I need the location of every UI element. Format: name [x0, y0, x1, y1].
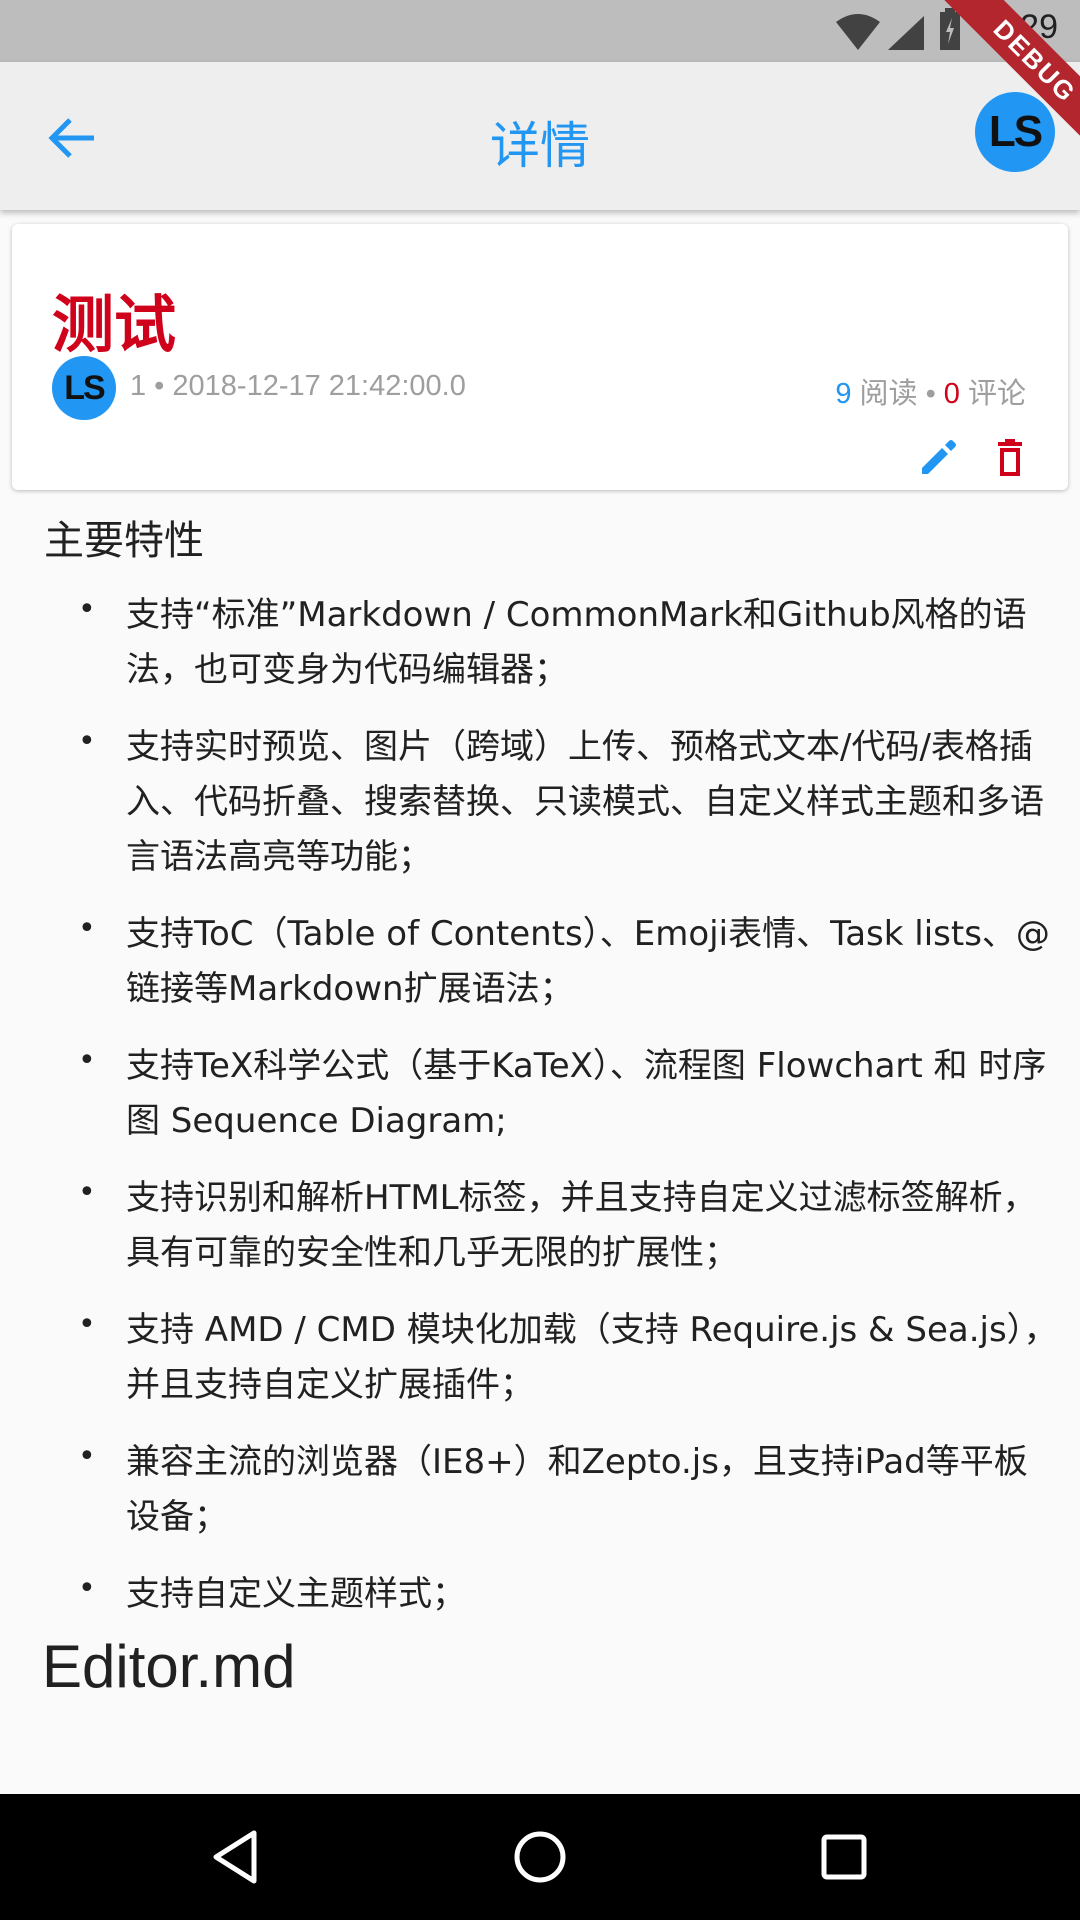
read-label: 阅读 •	[851, 378, 944, 410]
wifi-icon	[836, 14, 880, 50]
nav-recents-button[interactable]	[814, 1827, 874, 1887]
list-item-text: 支持 AMD / CMD 模块化加载（支持 Require.js & Sea.j…	[126, 1310, 1058, 1405]
list-item-text: 支持实时预览、图片（跨域）上传、预格式文本/代码/表格插入、代码折叠、搜索替换、…	[126, 727, 1044, 877]
triangle-back-icon	[213, 1830, 257, 1884]
nav-home-button[interactable]	[510, 1827, 570, 1887]
pencil-icon	[922, 440, 956, 474]
trash-icon	[998, 439, 1022, 476]
list-item-text: 支持ToC（Table of Contents）、Emoji表情、Task li…	[126, 914, 1050, 1009]
cell-signal-icon	[888, 16, 924, 50]
square-recents-icon	[821, 1834, 867, 1880]
app-bar: 详情	[0, 62, 1080, 210]
post-title: 测试	[52, 288, 177, 361]
feature-list: • 支持“标准”Markdown / CommonMark和Github风格的语法…	[0, 588, 1080, 1644]
avatar[interactable]: LS	[975, 92, 1055, 172]
post-meta: 1 • 2018-12-17 21:42:00.0	[130, 370, 466, 402]
bullet-icon: •	[78, 911, 96, 946]
author-avatar[interactable]: LS	[52, 356, 116, 420]
bullet-icon: •	[78, 1307, 96, 1342]
editor-heading: Editor.md	[42, 1633, 296, 1700]
list-item: • 支持“标准”Markdown / CommonMark和Github风格的语法…	[0, 588, 1080, 698]
section-heading: 主要特性	[44, 518, 204, 564]
list-item-text: 兼容主流的浏览器（IE8+）和Zepto.js，且支持iPad等平板设备；	[126, 1442, 1028, 1537]
list-item: • 支持 AMD / CMD 模块化加载（支持 Require.js & Sea.…	[0, 1303, 1080, 1413]
circle-home-icon	[514, 1831, 566, 1883]
list-item: • 支持实时预览、图片（跨域）上传、预格式文本/代码/表格插入、代码折叠、搜索替换…	[0, 720, 1080, 885]
list-item: • 支持ToC（Table of Contents）、Emoji表情、Task l…	[0, 907, 1080, 1017]
list-item: • 支持识别和解析HTML标签，并且支持自定义过滤标签解析，具有可靠的安全性和几乎…	[0, 1171, 1080, 1281]
bullet-icon: •	[78, 1175, 96, 1210]
comment-count: 0	[943, 378, 960, 410]
bullet-icon: •	[78, 1043, 96, 1078]
page-title: 详情	[490, 117, 590, 175]
list-item-text: 支持“标准”Markdown / CommonMark和Github风格的语法，…	[126, 595, 1027, 690]
bullet-icon: •	[78, 1439, 96, 1474]
nav-back-button[interactable]	[206, 1827, 266, 1887]
list-item-text: 支持TeX科学公式（基于KaTeX）、流程图 Flowchart 和 时序图 S…	[126, 1046, 1047, 1141]
list-item: • 兼容主流的浏览器（IE8+）和Zepto.js，且支持iPad等平板设备；	[0, 1435, 1080, 1545]
list-item: • 支持自定义主题样式；	[0, 1567, 1080, 1622]
delete-button[interactable]	[988, 436, 1032, 480]
list-item: • 支持TeX科学公式（基于KaTeX）、流程图 Flowchart 和 时序图 …	[0, 1039, 1080, 1149]
post-stats: 9 阅读 • 0 评论	[835, 370, 1026, 412]
bullet-icon: •	[78, 592, 96, 627]
edit-button[interactable]	[916, 436, 960, 480]
status-bar: 7:29	[0, 0, 1080, 62]
bullet-icon: •	[78, 1571, 96, 1606]
post-header-card: 测试 LS 1 • 2018-12-17 21:42:00.0 9 阅读 • 0…	[12, 224, 1068, 490]
list-item-text: 支持识别和解析HTML标签，并且支持自定义过滤标签解析，具有可靠的安全性和几乎无…	[126, 1178, 1037, 1273]
system-nav-bar	[0, 1794, 1080, 1920]
comment-label: 评论	[959, 378, 1026, 410]
bullet-icon: •	[78, 724, 96, 759]
read-count: 9	[835, 378, 852, 410]
list-item-text: 支持自定义主题样式；	[126, 1574, 466, 1614]
